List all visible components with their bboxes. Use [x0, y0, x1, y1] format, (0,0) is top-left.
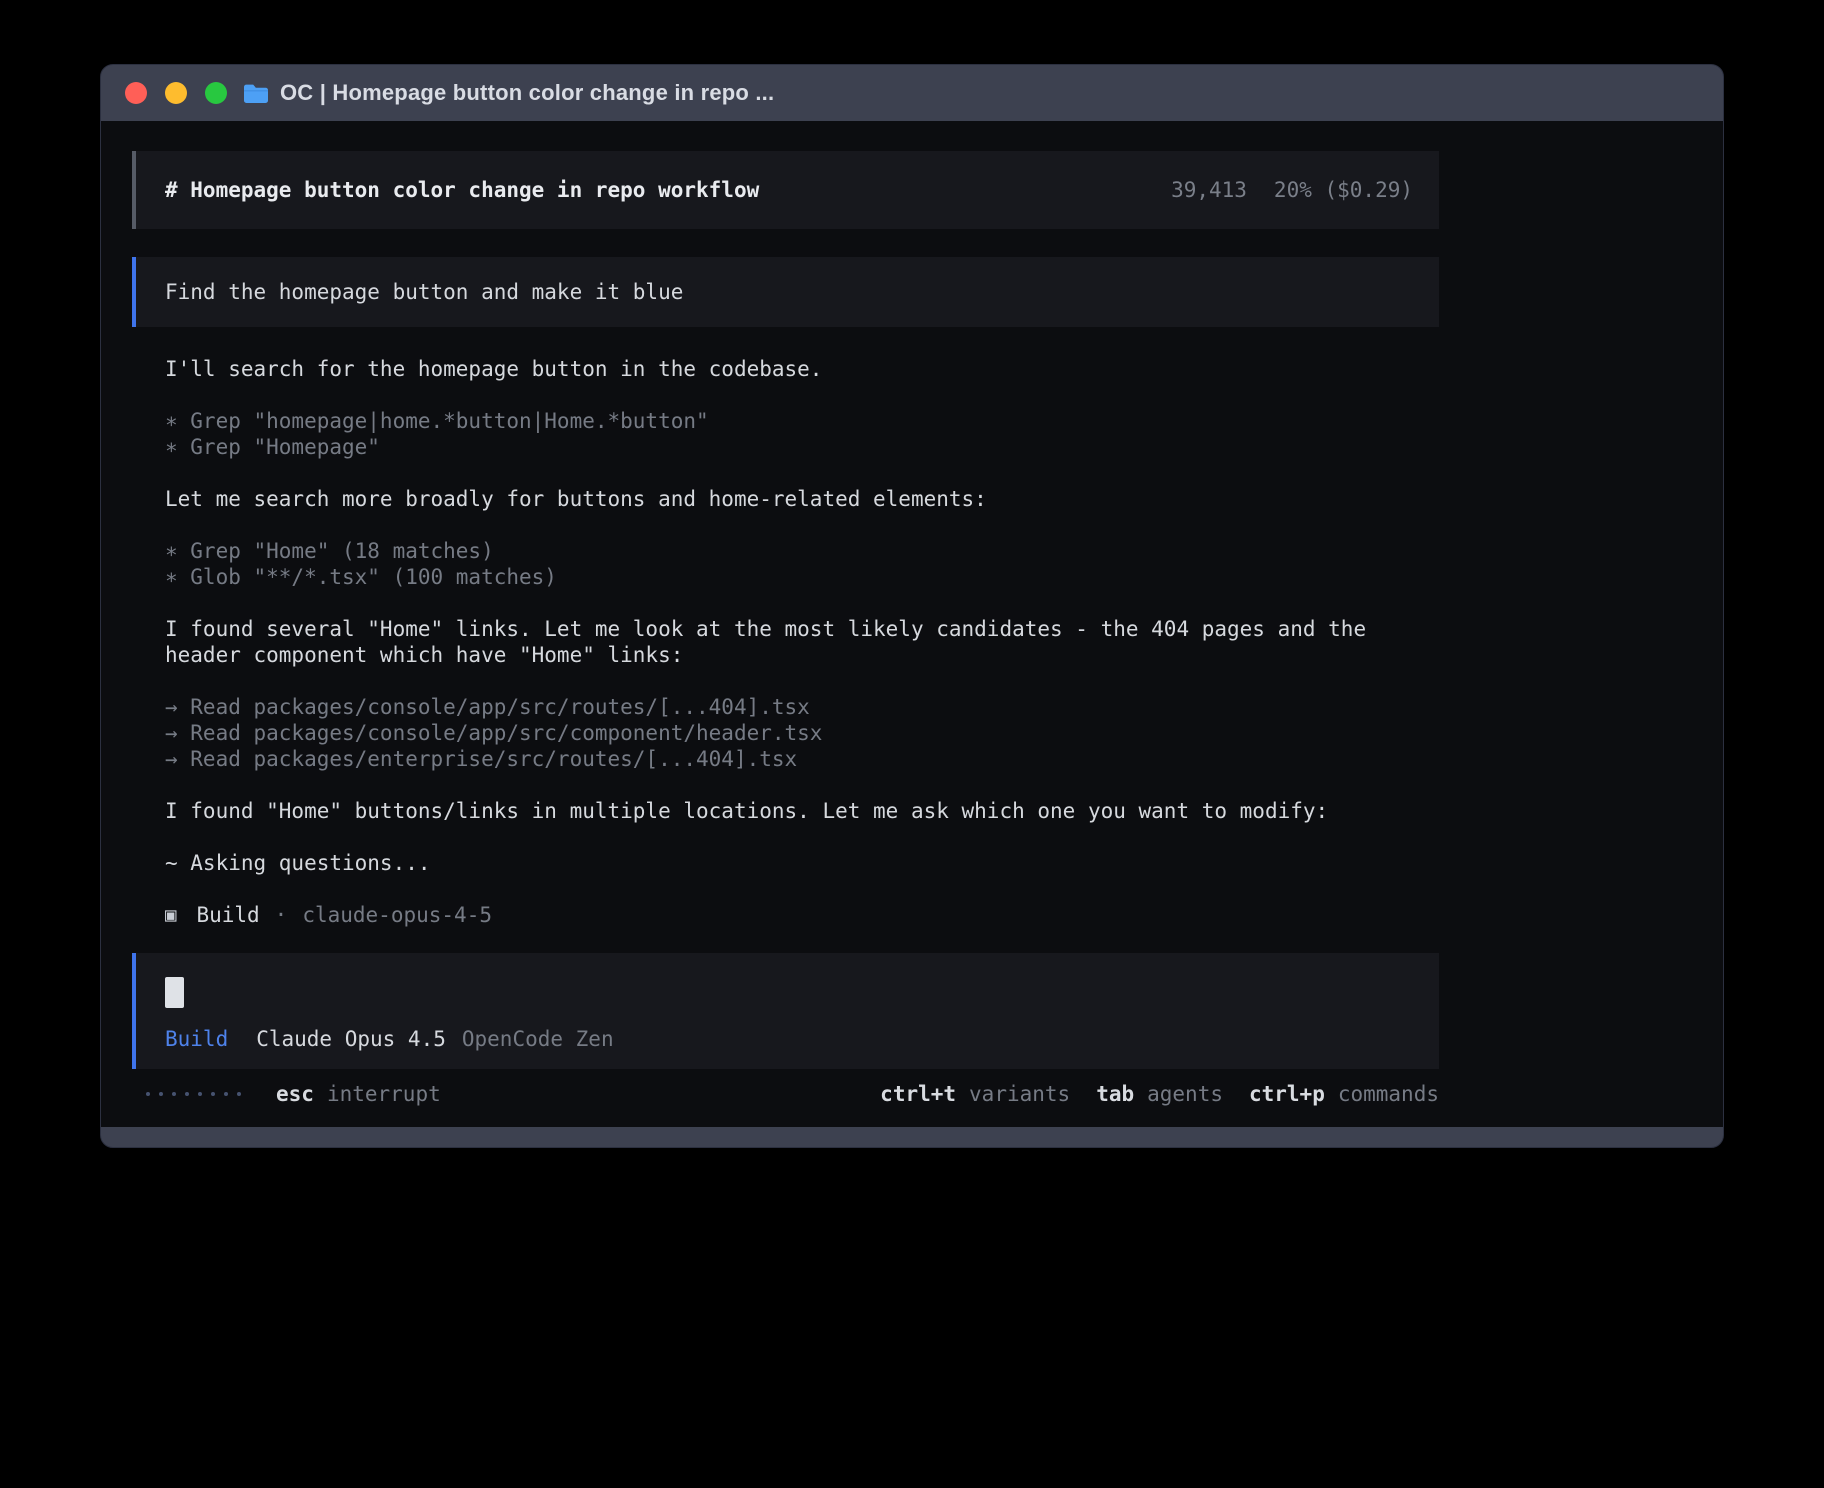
agent-separator: · — [275, 902, 288, 928]
agent-status-row: ▣ Build · claude-opus-4-5 — [132, 902, 1439, 928]
hint-variants: ctrl+t variants — [880, 1081, 1070, 1107]
close-button[interactable] — [125, 82, 147, 104]
token-count: 39,413 — [1171, 177, 1247, 203]
agent-model: claude-opus-4-5 — [302, 902, 492, 928]
tool-call-read-3: → Read packages/enterprise/src/routes/[.… — [132, 746, 1439, 772]
tui-column: # Homepage button color change in repo w… — [132, 151, 1439, 1107]
assistant-text-intro: I'll search for the homepage button in t… — [132, 356, 1439, 382]
session-title: # Homepage button color change in repo w… — [165, 177, 759, 203]
hint-variants-label: variants — [969, 1081, 1070, 1107]
agent-name: Build — [196, 902, 259, 928]
tool-call-glob-1: ∗ Glob "**/*.tsx" (100 matches) — [132, 564, 1439, 590]
user-message: Find the homepage button and make it blu… — [132, 257, 1439, 327]
prompt-provider: OpenCode Zen — [462, 1026, 614, 1052]
tool-call-grep-3: ∗ Grep "Home" (18 matches) — [132, 538, 1439, 564]
agent-square-icon: ▣ — [165, 902, 176, 928]
session-stats: 39,413 20% ($0.29) — [1171, 177, 1413, 203]
session-header: # Homepage button color change in repo w… — [132, 151, 1439, 229]
terminal-window: OC | Homepage button color change in rep… — [100, 64, 1724, 1148]
prompt-status-row: Build Claude Opus 4.5 OpenCode Zen — [165, 1026, 1413, 1052]
hint-agents: tab agents — [1096, 1081, 1223, 1107]
window-title: OC | Homepage button color change in rep… — [280, 80, 774, 106]
tool-call-read-2: → Read packages/console/app/src/componen… — [132, 720, 1439, 746]
hint-commands-key: ctrl+p — [1249, 1081, 1325, 1107]
tool-call-read-1: → Read packages/console/app/src/routes/[… — [132, 694, 1439, 720]
context-usage: 20% ($0.29) — [1274, 177, 1413, 203]
hint-interrupt-label: interrupt — [327, 1081, 441, 1107]
tool-call-grep-2: ∗ Grep "Homepage" — [132, 434, 1439, 460]
text-cursor — [165, 977, 184, 1008]
assistant-text-broaden: Let me search more broadly for buttons a… — [132, 486, 1439, 512]
folder-icon — [243, 83, 269, 104]
tool-call-grep-1: ∗ Grep "homepage|home.*button|Home.*butt… — [132, 408, 1439, 434]
hint-agents-key: tab — [1096, 1081, 1134, 1107]
traffic-lights — [125, 82, 227, 104]
assistant-text-candidates: I found several "Home" links. Let me loo… — [132, 616, 1439, 668]
hint-variants-key: ctrl+t — [880, 1081, 956, 1107]
hint-agents-label: agents — [1147, 1081, 1223, 1107]
assistant-text-found: I found "Home" buttons/links in multiple… — [132, 798, 1439, 824]
titlebar[interactable]: OC | Homepage button color change in rep… — [101, 65, 1723, 121]
minimize-button[interactable] — [165, 82, 187, 104]
status-bar-right: ctrl+t variants tab agents ctrl+p comman… — [880, 1081, 1439, 1107]
hint-commands-label: commands — [1338, 1081, 1439, 1107]
prompt-model: Claude Opus 4.5 — [256, 1026, 446, 1052]
spinner-dots-icon — [146, 1092, 241, 1096]
prompt-input[interactable]: Build Claude Opus 4.5 OpenCode Zen — [132, 953, 1439, 1069]
hint-commands: ctrl+p commands — [1249, 1081, 1439, 1107]
user-message-text: Find the homepage button and make it blu… — [165, 280, 683, 304]
status-bar: esc interrupt ctrl+t variants tab agents — [132, 1081, 1439, 1107]
zoom-button[interactable] — [205, 82, 227, 104]
assistant-status-asking: ~ Asking questions... — [132, 850, 1439, 876]
hint-interrupt: esc interrupt — [276, 1081, 441, 1107]
terminal-content: # Homepage button color change in repo w… — [101, 121, 1723, 1127]
prompt-mode: Build — [165, 1026, 228, 1052]
hint-interrupt-key: esc — [276, 1081, 314, 1107]
